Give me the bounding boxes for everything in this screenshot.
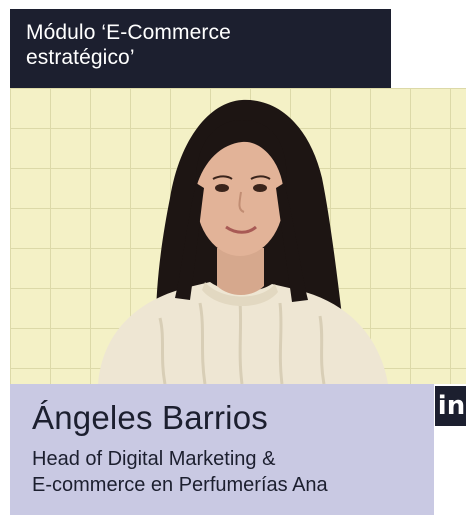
speaker-photo-area bbox=[10, 88, 466, 384]
linkedin-icon[interactable]: in bbox=[435, 386, 466, 426]
module-banner: Módulo ‘E-Commerce estratégico’ bbox=[10, 9, 391, 88]
module-title-line-1: Módulo ‘E-Commerce bbox=[26, 21, 231, 44]
speaker-card: Módulo ‘E-Commerce estratégico’ Ángeles … bbox=[0, 0, 466, 515]
speaker-portrait bbox=[98, 99, 388, 384]
speaker-role-line-1: Head of Digital Marketing & bbox=[32, 448, 276, 470]
speaker-info-box: Ángeles Barrios Head of Digital Marketin… bbox=[10, 384, 434, 515]
speaker-role-line-2: E-commerce en Perfumerías Ana bbox=[32, 474, 328, 496]
speaker-name: Ángeles Barrios bbox=[32, 399, 268, 436]
module-title-line-2: estratégico’ bbox=[26, 46, 135, 69]
